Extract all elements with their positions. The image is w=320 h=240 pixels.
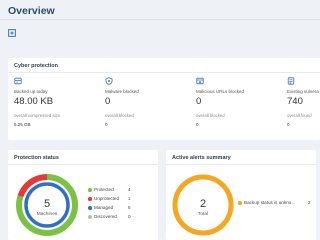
active-alerts-title: Active alerts summary (172, 155, 231, 161)
alert-legend-item[interactable]: Backup status is unkno... 2 (238, 200, 314, 208)
metric-label: Malware blocked (105, 89, 139, 94)
legend-count: 2 (308, 200, 311, 205)
legend-label: Discovered (94, 214, 117, 219)
metric-subvalue: 0 (105, 122, 108, 127)
legend-dot (88, 188, 92, 192)
metric-label: Backed up today (14, 89, 48, 94)
metric-value: 740 (287, 96, 303, 107)
card-divider (8, 164, 158, 165)
metric-subvalue: 0 (196, 122, 199, 127)
metric-label: Existing vulnera (287, 89, 319, 94)
alerts-total: 2 (200, 198, 206, 210)
legend-label: Backup status is unkno... (244, 200, 296, 205)
protection-status-card: Protection status 5 Machines Protected 4… (8, 150, 158, 240)
metric-vulnerabilities: Existing vulnera 740 overall found 0 (287, 77, 320, 137)
legend-dot (238, 201, 242, 205)
metric-value: 0 (105, 96, 111, 107)
legend-dot (88, 215, 92, 219)
protection-donut-chart[interactable]: 5 Machines (12, 170, 82, 240)
metric-sublabel: overall blocked (105, 113, 134, 118)
alerts-donut-chart[interactable]: 2 Total (168, 170, 238, 240)
legend-item-managed[interactable]: Managed 5 (88, 205, 148, 214)
legend-item-protected[interactable]: Protected 4 (88, 187, 148, 196)
metric-sublabel: overall compressed size (14, 113, 61, 118)
legend-dot (88, 197, 92, 201)
legend-count: 5 (128, 205, 131, 210)
cyber-protection-title: Cyber protection (14, 63, 59, 69)
legend-label: Unprotected (94, 196, 120, 201)
backup-icon (14, 77, 22, 85)
add-widget-icon[interactable] (8, 29, 16, 37)
metric-backed-up: Backed up today 48.00 KB overall compres… (14, 77, 104, 127)
legend-item-discovered[interactable]: Discovered 0 (88, 214, 148, 223)
title-divider (0, 19, 320, 20)
legend-dot (88, 206, 92, 210)
metric-value: 48.00 KB (14, 96, 54, 107)
donut-total-label: Machines (37, 211, 58, 217)
page-title: Overview (8, 5, 55, 17)
protection-legend: Protected 4 Unprotected 1 Managed 5 Disc… (88, 187, 148, 223)
metric-subvalue: 5.25 GB (14, 122, 31, 127)
legend-label: Managed (94, 205, 114, 210)
active-alerts-card: Active alerts summary 2 Total Backup sta… (166, 150, 316, 240)
alerts-total-label: Total (198, 211, 208, 217)
metric-sublabel: overall found (287, 113, 312, 118)
metric-value: 0 (196, 96, 202, 107)
protection-status-title: Protection status (14, 155, 59, 161)
url-block-icon (196, 77, 204, 85)
legend-label: Protected (94, 187, 114, 192)
metric-malware: Malware blocked 0 overall blocked 0 (105, 77, 195, 127)
metric-sublabel: overall blocked (196, 113, 225, 118)
card-divider (8, 72, 320, 73)
metric-subvalue: 0 (287, 122, 290, 127)
cyber-protection-card: Cyber protection Backed up today 48.00 K… (8, 58, 320, 140)
card-divider (166, 164, 316, 165)
legend-item-unprotected[interactable]: Unprotected 1 (88, 196, 148, 205)
metric-label: Malicious URLs blocked (196, 89, 245, 94)
legend-count: 1 (128, 196, 131, 201)
legend-count: 0 (128, 214, 131, 219)
legend-count: 4 (128, 187, 131, 192)
donut-total: 5 (44, 198, 50, 210)
malware-icon (105, 77, 113, 85)
metric-malicious-urls: Malicious URLs blocked 0 overall blocked… (196, 77, 286, 127)
vulnerability-icon (287, 77, 295, 85)
